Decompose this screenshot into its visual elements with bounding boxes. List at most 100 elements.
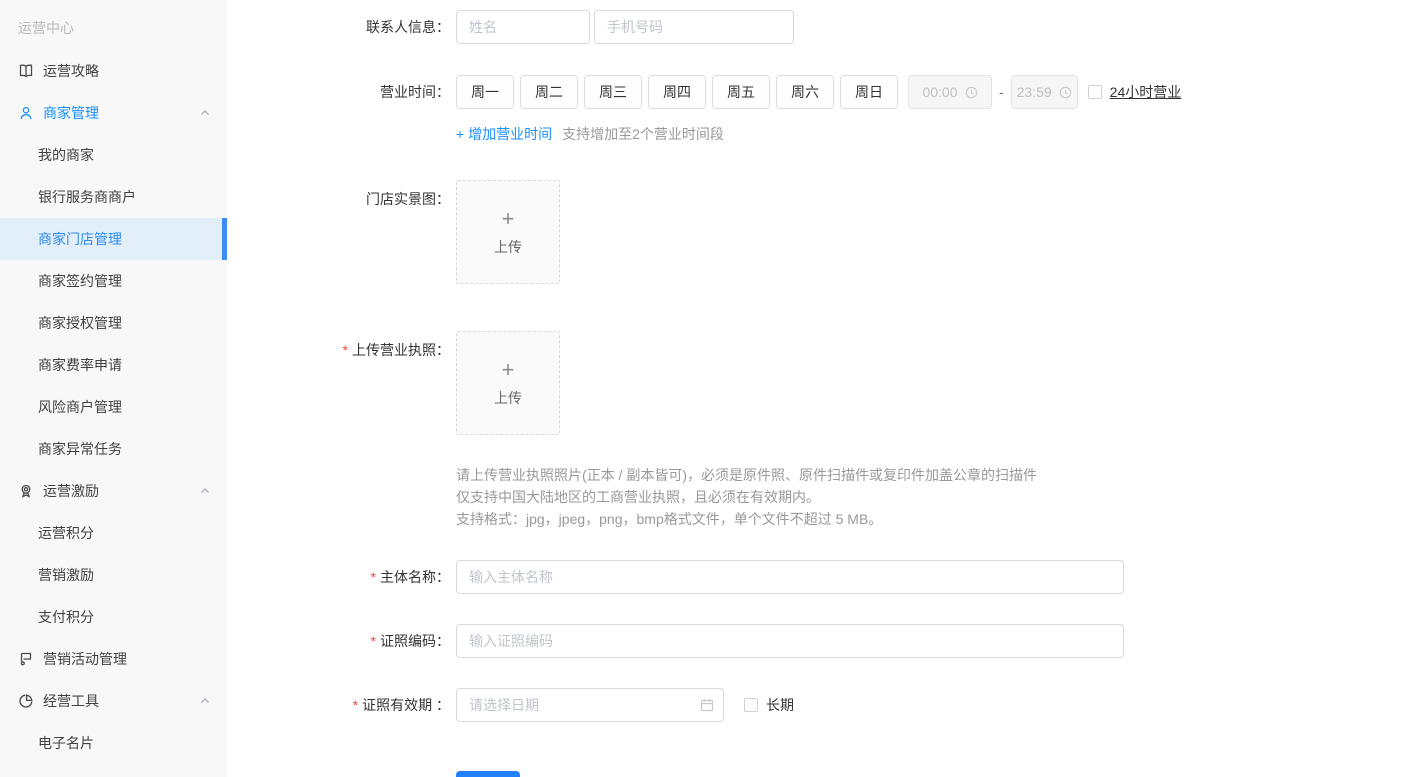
sidebar-item-label: 商家管理 bbox=[43, 105, 99, 121]
day-button-monday[interactable]: 周一 bbox=[456, 75, 514, 109]
add-hours-row: + 增加营业时间 支持增加至2个营业时间段 bbox=[227, 124, 1401, 144]
day-button-tuesday[interactable]: 周二 bbox=[520, 75, 578, 109]
pie-chart-icon bbox=[18, 693, 34, 709]
subject-name-input[interactable] bbox=[456, 560, 1124, 594]
store-photo-upload[interactable]: + 上传 bbox=[456, 180, 560, 284]
sidebar-item-marketing-activity-management[interactable]: 营销活动管理 bbox=[0, 638, 227, 680]
sidebar-item-operation-incentives[interactable]: 运营激励 bbox=[0, 470, 227, 512]
sidebar-item-label: 商家费率申请 bbox=[38, 357, 122, 373]
day-button-thursday[interactable]: 周四 bbox=[648, 75, 706, 109]
sidebar-item-risk-merchant-management[interactable]: 风险商户管理 bbox=[0, 386, 227, 428]
license-tip-line: 请上传营业执照照片(正本 / 副本皆可)，必须是原件照、原件扫描件或复印件加盖公… bbox=[456, 467, 1037, 483]
calendar-icon bbox=[700, 698, 714, 712]
license-code-label: * 证照编码： bbox=[370, 633, 450, 649]
business-hours-label: 营业时间： bbox=[380, 84, 450, 100]
sidebar-title: 运营中心 bbox=[18, 20, 74, 36]
sidebar-item-label: 商家签约管理 bbox=[38, 273, 122, 289]
plus-icon: + bbox=[501, 206, 515, 231]
sidebar-item-label: 银行服务商商户 bbox=[38, 189, 136, 205]
subject-name-row: * 主体名称： bbox=[227, 560, 1401, 594]
clock-icon bbox=[965, 86, 977, 98]
license-tip-line: 仅支持中国大陆地区的工商营业执照，且必须在有效期内。 bbox=[456, 489, 820, 505]
sidebar-item-label: 营销激励 bbox=[38, 567, 94, 583]
chevron-up-icon[interactable] bbox=[199, 485, 211, 497]
sidebar-item-merchant-abnormal-tasks[interactable]: 商家异常任务 bbox=[0, 428, 227, 470]
sidebar-item-merchant-signing[interactable]: 商家签约管理 bbox=[0, 260, 227, 302]
sidebar-item-label: 商家异常任务 bbox=[38, 441, 122, 457]
store-photo-label: 门店实景图： bbox=[366, 191, 450, 207]
contact-info-label: 联系人信息： bbox=[366, 19, 450, 35]
long-term-label: 长期 bbox=[766, 697, 794, 713]
long-term-checkbox[interactable] bbox=[744, 698, 758, 712]
sidebar-item-business-tools[interactable]: 经营工具 bbox=[0, 680, 227, 722]
sidebar-item-operation-guide[interactable]: 运营攻略 bbox=[0, 50, 227, 92]
start-time-input[interactable]: 00:00 bbox=[908, 75, 992, 109]
submit-row bbox=[227, 771, 1401, 777]
license-tips-row: 请上传营业执照照片(正本 / 副本皆可)，必须是原件照、原件扫描件或复印件加盖公… bbox=[227, 465, 1401, 531]
required-asterisk: * bbox=[342, 342, 348, 358]
day-button-saturday[interactable]: 周六 bbox=[776, 75, 834, 109]
sidebar-item-label: 商家授权管理 bbox=[38, 315, 122, 331]
upload-label: 上传 bbox=[494, 390, 522, 406]
sidebar-item-label: 经营工具 bbox=[43, 693, 99, 709]
required-asterisk: * bbox=[370, 569, 376, 585]
license-code-input[interactable] bbox=[456, 624, 1124, 658]
sidebar-item-label: 商家门店管理 bbox=[38, 231, 122, 247]
sidebar-item-merchant-rate-application[interactable]: 商家费率申请 bbox=[0, 344, 227, 386]
book-icon bbox=[18, 63, 34, 79]
start-time-value: 00:00 bbox=[922, 84, 958, 100]
business-hours-row: 营业时间： 周一 周二 周三 周四 周五 周六 周日 00:00 - 23:59 bbox=[227, 75, 1401, 109]
sidebar-item-label: 电子名片 bbox=[38, 735, 94, 751]
license-upload[interactable]: + 上传 bbox=[456, 331, 560, 435]
upload-label: 上传 bbox=[494, 239, 522, 255]
submit-button[interactable] bbox=[456, 771, 520, 777]
day-button-friday[interactable]: 周五 bbox=[712, 75, 770, 109]
sidebar-item-label: 运营激励 bbox=[43, 483, 99, 499]
sidebar-item-label: 支付积分 bbox=[38, 609, 94, 625]
chevron-up-icon[interactable] bbox=[199, 107, 211, 119]
sidebar-item-label: 风险商户管理 bbox=[38, 399, 122, 415]
license-code-row: * 证照编码： bbox=[227, 624, 1401, 658]
store-form: 联系人信息： 营业时间： 周一 周二 周三 周四 周五 周六 周日 00:00 bbox=[227, 0, 1401, 777]
sidebar-item-merchant-authorization[interactable]: 商家授权管理 bbox=[0, 302, 227, 344]
license-expiry-input[interactable] bbox=[456, 688, 724, 722]
day-button-sunday[interactable]: 周日 bbox=[840, 75, 898, 109]
all-day-checkbox[interactable] bbox=[1087, 85, 1102, 99]
sidebar-item-my-merchants[interactable]: 我的商家 bbox=[0, 134, 227, 176]
day-button-wednesday[interactable]: 周三 bbox=[584, 75, 642, 109]
medal-icon bbox=[18, 483, 34, 499]
license-expiry-row: *证照有效期 ： 长期 bbox=[227, 688, 1401, 722]
subject-name-label: * 主体名称： bbox=[370, 569, 450, 585]
sidebar-item-label: 运营攻略 bbox=[43, 63, 99, 79]
required-asterisk: * bbox=[370, 633, 376, 649]
sidebar-item-merchant-management[interactable]: 商家管理 bbox=[0, 92, 227, 134]
end-time-input[interactable]: 23:59 bbox=[1010, 75, 1078, 109]
add-business-hours-link[interactable]: + 增加营业时间 bbox=[456, 124, 552, 144]
license-tip-line: 支持格式：jpg，jpeg，png，bmp格式文件，单个文件不超过 5 MB。 bbox=[456, 511, 883, 527]
all-day-label: 24小时营业 bbox=[1109, 84, 1182, 100]
sidebar-item-digital-business-card[interactable]: 电子名片 bbox=[0, 722, 227, 764]
sidebar-item-operation-points[interactable]: 运营积分 bbox=[0, 512, 227, 554]
sidebar-item-merchant-store-management[interactable]: 商家门店管理 bbox=[0, 218, 227, 260]
flag-icon bbox=[18, 651, 34, 667]
required-asterisk: * bbox=[352, 697, 359, 713]
license-expiry-date-picker[interactable] bbox=[456, 688, 724, 722]
license-upload-label: * 上传营业执照： bbox=[342, 342, 450, 358]
add-business-hours-hint: 支持增加至2个营业时间段 bbox=[562, 126, 724, 142]
sidebar-item-payment-points[interactable]: 支付积分 bbox=[0, 596, 227, 638]
sidebar-item-label: 营销活动管理 bbox=[43, 651, 127, 667]
user-icon bbox=[18, 105, 34, 121]
sidebar-item-bank-service-merchants[interactable]: 银行服务商商户 bbox=[0, 176, 227, 218]
chevron-up-icon[interactable] bbox=[199, 695, 211, 707]
contact-phone-input[interactable] bbox=[594, 10, 794, 44]
time-range-separator: - bbox=[999, 84, 1004, 100]
store-photo-row: 门店实景图： + 上传 bbox=[227, 180, 1401, 284]
contact-name-input[interactable] bbox=[456, 10, 590, 44]
license-upload-row: * 上传营业执照： + 上传 bbox=[227, 331, 1401, 435]
app-layout: 运营中心 运营攻略 商家管理 我的商家 银行服务商商户 商家门店管理 商家签约管… bbox=[0, 0, 1401, 777]
end-time-value: 23:59 bbox=[1016, 84, 1052, 100]
contact-info-row: 联系人信息： bbox=[227, 10, 1401, 44]
sidebar-item-label: 运营积分 bbox=[38, 525, 94, 541]
sidebar-item-marketing-incentives[interactable]: 营销激励 bbox=[0, 554, 227, 596]
sidebar-item-label: 我的商家 bbox=[38, 147, 94, 163]
